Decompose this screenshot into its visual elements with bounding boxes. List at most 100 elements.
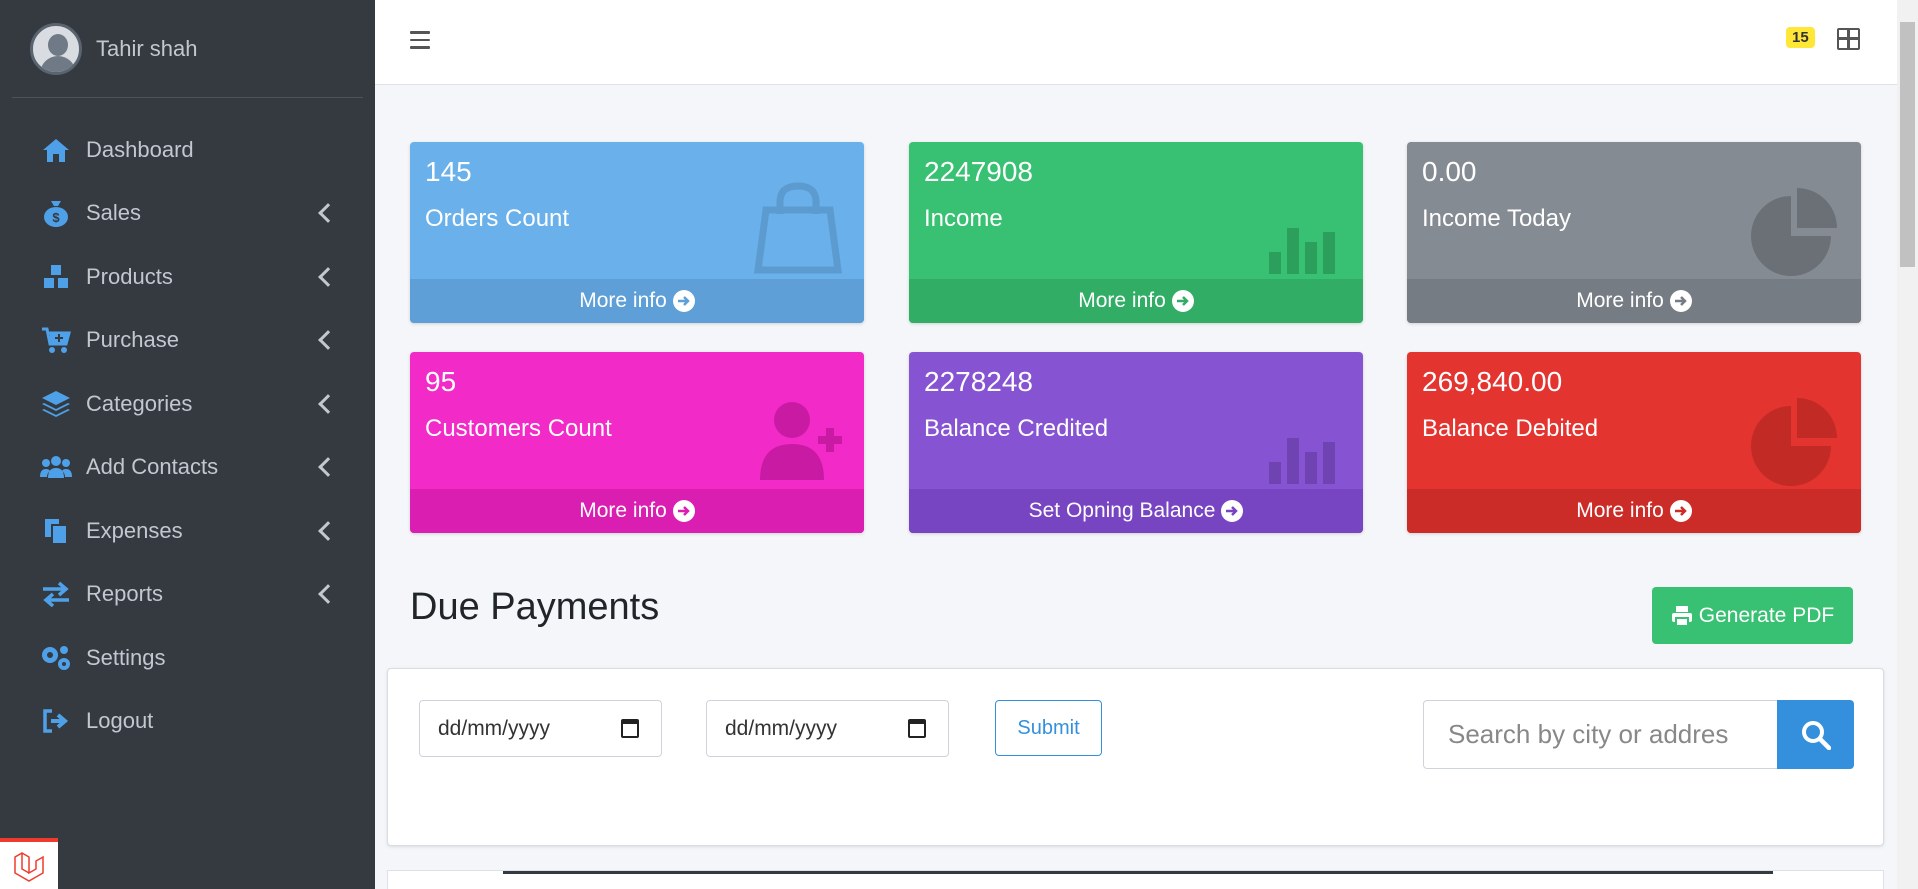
sidebar-item-label: Categories [86,390,193,416]
bar-chart-icon [1251,390,1343,486]
date-from-value: dd/mm/yyyy [438,716,551,740]
chevron-left-icon[interactable] [318,457,338,478]
sidebar-item-products[interactable]: Products [0,245,375,309]
footer-label: More info [579,289,667,312]
sidebar-item-label: Settings [86,644,166,670]
calendar-icon[interactable] [621,719,639,738]
card-label: Balance Credited [924,415,1109,442]
menu-toggle-icon[interactable] [410,31,430,49]
balance-credited-card: 2278248 Balance Credited Set Opning Bala… [909,352,1363,533]
sign-out-icon [40,707,72,735]
card-value: 2278248 [924,366,1034,397]
arrow-circle-right-icon [1669,500,1692,522]
exchange-icon [40,580,72,608]
income-card: 2247908 Income More info [909,142,1363,323]
income-today-card: 0.00 Income Today More info [1407,142,1861,323]
sidebar-item-dashboard[interactable]: Dashboard [0,118,375,182]
footer-label: More info [579,499,667,522]
sidebar-item-label: Reports [86,581,164,607]
due-payments-title: Due Payments [410,586,660,628]
copy-icon [40,517,72,545]
more-info-link[interactable]: More info [909,279,1363,323]
fullscreen-grid-icon[interactable] [1837,28,1860,50]
card-value: 2247908 [924,156,1034,187]
calendar-icon[interactable] [908,719,926,738]
chevron-left-icon[interactable] [318,330,338,351]
more-info-link[interactable]: More info [1407,279,1861,323]
sidebar-item-logout[interactable]: Logout [0,690,375,754]
scrollbar-thumb[interactable] [1900,22,1915,267]
sidebar: Tahir shah Dashboard $ Sales Products Pu… [0,0,375,889]
page-scrollbar[interactable] [1897,0,1918,889]
sidebar-item-reports[interactable]: Reports [0,563,375,627]
sidebar-item-label: Products [86,263,173,289]
sidebar-item-expenses[interactable]: Expenses [0,499,375,563]
notification-badge[interactable]: 15 [1786,27,1815,48]
sidebar-nav: Dashboard $ Sales Products Purchase Cate… [0,98,375,753]
search-input[interactable]: Search by city or addres [1423,700,1778,769]
card-value: 269,840.00 [1422,366,1563,397]
search-icon [1801,720,1831,750]
boxes-icon [40,263,72,291]
bar-chart-icon [1251,180,1343,276]
cart-plus-icon [40,326,72,354]
sidebar-item-add-contacts[interactable]: Add Contacts [0,436,375,500]
arrow-circle-right-icon [672,500,695,522]
card-value: 145 [425,156,472,187]
arrow-circle-right-icon [1221,500,1244,522]
sidebar-item-label: Purchase [86,327,179,353]
sidebar-item-sales[interactable]: $ Sales [0,182,375,246]
sidebar-item-label: Sales [86,200,142,226]
chevron-left-icon[interactable] [318,584,338,605]
card-value: 95 [425,366,457,397]
card-label: Orders Count [425,205,570,232]
more-info-link[interactable]: More info [410,279,864,323]
date-to-value: dd/mm/yyyy [725,716,838,740]
top-navbar: 15 [375,0,1897,85]
sidebar-item-purchase[interactable]: Purchase [0,309,375,373]
svg-text:$: $ [52,210,60,225]
footer-label: More info [1576,289,1664,312]
sidebar-item-label: Add Contacts [86,454,219,480]
footer-label: Set Opning Balance [1028,499,1216,522]
laravel-debugbar-logo[interactable] [0,838,58,889]
card-label: Customers Count [425,415,612,442]
user-plus-icon [752,390,844,486]
chevron-left-icon[interactable] [318,393,338,414]
more-info-link[interactable]: More info [410,489,864,533]
arrow-circle-right-icon [1669,290,1692,312]
chevron-left-icon[interactable] [318,203,338,224]
card-label: Balance Debited [1422,415,1599,442]
submit-button[interactable]: Submit [995,700,1102,756]
search-button[interactable] [1777,700,1854,769]
avatar [30,22,82,75]
sidebar-item-label: Dashboard [86,136,194,162]
date-to-input[interactable]: dd/mm/yyyy [706,700,949,757]
cogs-icon [40,644,72,672]
pie-chart-icon [1749,390,1841,486]
set-opening-balance-link[interactable]: Set Opning Balance [909,489,1363,533]
user-panel[interactable]: Tahir shah [12,0,363,98]
arrow-circle-right-icon [672,290,695,312]
sidebar-item-categories[interactable]: Categories [0,372,375,436]
due-payments-table [387,870,1884,889]
card-value: 0.00 [1422,156,1477,187]
more-info-link[interactable]: More info [1407,489,1861,533]
home-icon [40,136,72,164]
footer-label: More info [1576,499,1664,522]
due-payments-filter-card: dd/mm/yyyy dd/mm/yyyy Submit Search by c… [387,668,1884,846]
chevron-left-icon[interactable] [318,266,338,287]
footer-label: More info [1078,289,1166,312]
date-from-input[interactable]: dd/mm/yyyy [419,700,662,757]
sidebar-item-settings[interactable]: Settings [0,626,375,690]
money-bag-icon: $ [40,199,72,228]
shopping-bag-icon [752,180,844,276]
sidebar-item-label: Expenses [86,517,183,543]
generate-pdf-label: Generate PDF [1698,603,1835,627]
generate-pdf-button[interactable]: Generate PDF [1652,587,1853,644]
balance-debited-card: 269,840.00 Balance Debited More info [1407,352,1861,533]
chevron-left-icon[interactable] [318,520,338,541]
card-label: Income Today [1422,205,1571,232]
arrow-circle-right-icon [1171,290,1194,312]
sidebar-item-label: Logout [86,708,154,734]
